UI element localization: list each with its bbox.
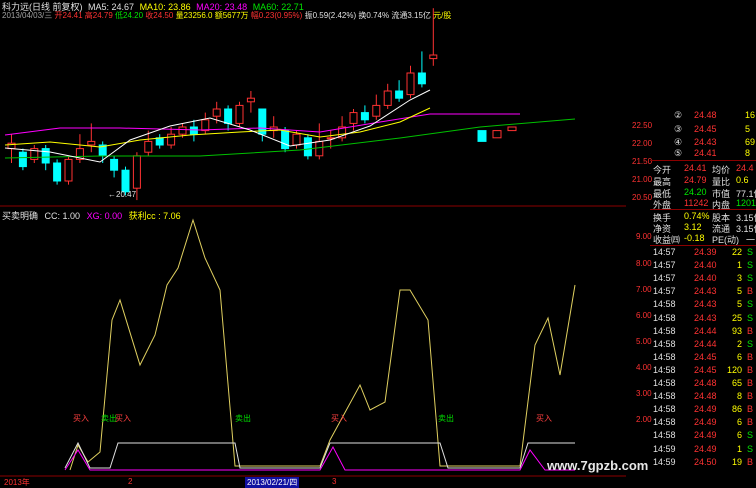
candle-body <box>144 140 153 153</box>
signal-label: 买入 <box>73 414 89 423</box>
separator <box>650 209 756 210</box>
signal-label: 买入 <box>536 414 552 423</box>
candle-body <box>349 112 358 124</box>
info-change: 幅0.23(0.95%) <box>250 11 303 20</box>
candle-body <box>492 130 502 139</box>
tick-row: 14:58 24.49 86 B <box>653 404 753 415</box>
candle-body <box>292 133 301 146</box>
signal-label: 卖出 <box>438 414 454 423</box>
tick-row: 14:58 24.43 25 S <box>653 312 753 323</box>
info-open: 开24.41 <box>54 11 83 20</box>
candlestick-group <box>7 8 517 201</box>
signal-label: 卖出 <box>235 414 251 423</box>
tick-row: 14:58 24.49 6 B <box>653 417 753 428</box>
tick-row: 14:58 24.48 8 B <box>653 391 753 402</box>
tick-row: 14:57 24.40 1 S <box>653 260 753 271</box>
time-axis-mark: 2 <box>128 477 133 486</box>
candle-body <box>132 155 141 189</box>
signal-white-line <box>64 441 575 469</box>
info-float: 流通3.15亿 <box>391 11 431 20</box>
candle-body <box>303 137 312 157</box>
time-axis-year: 2013年 <box>4 478 30 487</box>
candle-body <box>189 126 198 135</box>
candle-body <box>406 72 415 96</box>
indicator-profit: 获利cc : 7.06 <box>128 211 181 221</box>
candle-body <box>224 108 233 124</box>
candle-body <box>477 130 487 142</box>
cc-yellow-line <box>69 218 576 471</box>
tick-row: 14:57 24.43 5 B <box>653 286 753 297</box>
chart-canvas[interactable] <box>0 0 626 487</box>
order-book-row: ③ 24.45 5 <box>674 124 751 134</box>
tick-list[interactable]: 14:57 24.39 22 S 14:57 24.40 1 S 14:57 24.40 3 S 14:… <box>650 247 756 475</box>
selected-date[interactable]: 2013/02/21/四 <box>245 477 300 488</box>
candle-body <box>383 90 392 106</box>
tick-row: 14:58 24.44 2 S <box>653 338 753 349</box>
candle-body <box>53 162 62 182</box>
candle-body <box>507 126 517 132</box>
order-book-row: ② 24.48 16 <box>674 110 756 120</box>
candle-body <box>87 140 96 146</box>
price-axis: 22.50 22.00 21.50 21.00 20.50 <box>626 0 652 206</box>
candle-body <box>395 90 404 99</box>
info-vol: 量23256.0 <box>175 11 213 20</box>
candle-body <box>360 112 369 121</box>
xg-magenta-line <box>64 445 575 471</box>
indicator-name: 买卖明确 <box>2 211 39 221</box>
watermark: www.7gpzb.com <box>547 458 649 473</box>
chart-area[interactable]: 科力远(日线 前复权) MA5: 24.67 MA10: 23.86 MA20:… <box>0 0 648 488</box>
time-axis-mark: 3 <box>332 477 337 486</box>
candle-body <box>178 126 187 135</box>
candle-body <box>201 119 210 132</box>
candle-body <box>110 158 119 171</box>
moving-average-lines <box>4 89 576 163</box>
candle-body <box>417 72 426 85</box>
info-swing: 振0.59(2.42%) <box>304 11 357 20</box>
indicator-xg: XG: 0.00 <box>86 211 123 221</box>
info-close: 收24.50 <box>145 11 174 20</box>
signal-label: 买入 <box>331 414 347 423</box>
tick-row: 14:58 24.44 93 B <box>653 325 753 336</box>
info-amount: 额5677万 <box>214 11 249 20</box>
candle-body <box>155 137 164 146</box>
low-price-marker: ←20.47 <box>108 190 137 199</box>
candle-body <box>121 169 130 193</box>
signal-label: 买入 <box>115 414 131 423</box>
separator <box>650 160 756 161</box>
candle-body <box>246 97 255 103</box>
ma5-line <box>4 89 431 163</box>
tick-row: 14:57 24.39 22 S <box>653 247 753 257</box>
candle-body <box>235 104 244 124</box>
candle-body <box>372 104 381 117</box>
tick-row: 14:58 24.43 5 S <box>653 299 753 310</box>
info-unit: 元/股 <box>433 11 452 20</box>
candle-body <box>64 158 73 182</box>
info-date: 2013/04/03/三 <box>2 11 53 20</box>
tick-row: 14:58 24.49 6 S <box>653 430 753 441</box>
info-low: 低24.20 <box>115 11 144 20</box>
ma60-line <box>4 118 576 159</box>
info-turnover: 换0.74% <box>358 11 390 20</box>
candle-body <box>18 151 27 168</box>
quote-panel: ② 24.48 16 ③ 24.45 5 ④ 24.43 69 ⑤ 24.41 … <box>650 0 756 487</box>
info-high: 高24.79 <box>84 11 113 20</box>
tick-row: 14:59 24.50 19 B <box>653 456 753 467</box>
candle-body <box>41 148 50 164</box>
separator <box>650 245 756 246</box>
candle-body <box>429 54 438 60</box>
candle-body <box>315 140 324 157</box>
tick-row: 14:58 24.48 65 B <box>653 378 753 388</box>
candle-body <box>212 108 221 117</box>
tick-row: 14:57 24.40 3 S <box>653 273 753 284</box>
candle-body <box>281 130 290 150</box>
tick-row: 14:59 24.49 1 S <box>653 443 753 454</box>
indicator-cc: CC: 1.00 <box>44 211 81 221</box>
candle-body <box>167 133 176 146</box>
tick-row: 14:58 24.45 6 B <box>653 351 753 362</box>
indicator-lines <box>64 218 576 471</box>
tick-row: 14:58 24.45 120 B <box>653 364 753 375</box>
